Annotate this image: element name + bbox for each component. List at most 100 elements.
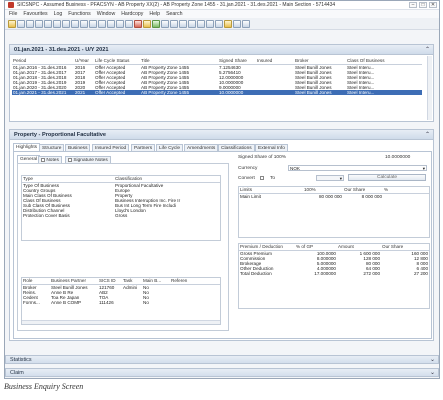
- currency-value: NOK: [290, 166, 300, 171]
- tools-icon[interactable]: [206, 19, 214, 28]
- figure-caption: Business Enquiry Screen: [4, 382, 84, 391]
- maximize-button[interactable]: □: [419, 2, 427, 8]
- statistics-label: Statistics: [10, 357, 32, 363]
- premium-table: Premium / Deduction% of GP Amount Our Shar…: [238, 243, 430, 309]
- print-icon[interactable]: [170, 19, 178, 28]
- menu-hardcopy[interactable]: Hardcopy: [121, 11, 143, 17]
- business-table-cell: 10.0000000: [218, 89, 256, 95]
- tab-structure[interactable]: Structure: [39, 144, 65, 151]
- role-table-cell: Anne B COMP: [51, 299, 82, 305]
- signed-share-value: 10.0000000: [385, 155, 411, 160]
- partner-role-table: Role Business Partner SICS ID Task Main B...…: [21, 277, 221, 325]
- event-icon[interactable]: [125, 19, 133, 28]
- role-table-cell: No: [143, 299, 149, 305]
- menu-bar: File Favourites Log Functions Window Har…: [5, 10, 439, 18]
- retro-icon[interactable]: [116, 19, 124, 28]
- payment-icon[interactable]: [89, 19, 97, 28]
- open-folder-icon[interactable]: [8, 19, 16, 28]
- expand-down-icon[interactable]: ⌄: [430, 369, 435, 377]
- convert-checkbox[interactable]: [260, 176, 264, 180]
- business-table-cell: 01.jan.2016 - 31.des.2016: [13, 64, 67, 70]
- tab-classifications[interactable]: Classifications: [218, 144, 255, 151]
- tab-business[interactable]: Business: [65, 144, 91, 151]
- chart-icon[interactable]: [179, 19, 187, 28]
- limits-table-row[interactable]: Main Limit 80 000 000 8 000 000: [239, 193, 429, 199]
- collapse-up-icon[interactable]: ⌃: [425, 130, 430, 140]
- account-icon[interactable]: [53, 19, 61, 28]
- minimize-button[interactable]: –: [409, 2, 417, 8]
- subtab-notes[interactable]: Notes: [38, 156, 62, 163]
- business-table-cell: [256, 89, 294, 95]
- classification-table: Type Classification Type Of Business Propo…: [21, 175, 221, 241]
- calculate-button[interactable]: Calculate: [348, 174, 426, 181]
- role-table-cell: [170, 300, 220, 305]
- limits-table-cell: 8 000 000: [361, 193, 382, 199]
- currency-select[interactable]: NOK ▾: [288, 165, 427, 171]
- tab-life-cycle[interactable]: Life Cycle: [156, 144, 184, 151]
- tab-highlights[interactable]: Highlights: [13, 143, 41, 151]
- claim-bar[interactable]: Claim ⌄: [5, 368, 439, 377]
- premium-table-row[interactable]: Total Deduction 17.000000 272 000 27 200: [239, 271, 429, 276]
- statistics-bar[interactable]: Statistics ⌄: [5, 355, 439, 364]
- premium-table-cell: 27 200: [413, 270, 428, 276]
- menu-search[interactable]: Search: [166, 11, 182, 17]
- convert-currency-select[interactable]: ▾: [316, 175, 344, 181]
- batch-icon[interactable]: [188, 19, 196, 28]
- role-table-cell: [122, 300, 142, 305]
- settings-icon[interactable]: [215, 19, 223, 28]
- worklist-icon[interactable]: [197, 19, 205, 28]
- ledger-icon[interactable]: [98, 19, 106, 28]
- vertical-scrollbar[interactable]: [427, 56, 432, 120]
- title-bar: SICSNPC - Assumed Business - PFACSYN - A…: [5, 1, 439, 10]
- tab-insured-period[interactable]: Insured Period: [92, 144, 130, 151]
- calculator-icon[interactable]: [152, 19, 160, 28]
- report-icon[interactable]: [107, 19, 115, 28]
- business-table-row[interactable]: 01.jan.2021 - 31.des.2021 2021 Offer Accep…: [12, 89, 422, 95]
- statement-icon[interactable]: [80, 19, 88, 28]
- subtab-general[interactable]: General: [17, 155, 41, 163]
- search-icon[interactable]: [242, 19, 250, 28]
- claim-label: Claim: [10, 370, 24, 376]
- business-table-cell: 01.jan.2020 - 31.des.2020: [13, 84, 67, 90]
- signature-notes-checkbox[interactable]: [68, 157, 72, 162]
- role-table-cell: 111426: [99, 299, 114, 305]
- role-table-row[interactable]: Forms... Anne B COMP 111426 No: [22, 300, 220, 305]
- menu-functions[interactable]: Functions: [68, 11, 91, 17]
- menu-favourites[interactable]: Favourites: [23, 11, 47, 17]
- business-list-panel: 01.jan.2021 - 31.des.2021 - U/Y 2021 ⌃ P…: [9, 44, 434, 122]
- limits-table-body: Main Limit 80 000 000 8 000 000: [239, 193, 429, 199]
- business-table-cell: 01.jan.2018 - 31.des.2018: [13, 74, 67, 80]
- horizontal-scrollbar[interactable]: [22, 320, 220, 324]
- subtab-signature-notes[interactable]: Signature Notes: [65, 156, 111, 163]
- classification-table-row[interactable]: Protection Cover Basis Gross: [22, 213, 220, 218]
- role-table-cell: Forms...: [23, 299, 40, 305]
- tab-amendments[interactable]: Amendments: [184, 144, 219, 151]
- link-icon[interactable]: [233, 19, 241, 28]
- chevron-down-icon[interactable]: ▾: [423, 166, 425, 170]
- toolbar: [5, 18, 439, 30]
- mail-icon[interactable]: [161, 19, 169, 28]
- folder-icon[interactable]: [143, 19, 151, 28]
- alert-icon[interactable]: [134, 19, 142, 28]
- business-icon[interactable]: [26, 19, 34, 28]
- claim-icon[interactable]: [44, 19, 52, 28]
- window-title: SICSNPC - Assumed Business - PFACSYN - A…: [17, 2, 336, 8]
- close-button[interactable]: ✕: [429, 2, 437, 8]
- expand-down-icon[interactable]: ⌄: [430, 356, 435, 364]
- chevron-down-icon[interactable]: ▾: [340, 176, 342, 180]
- menu-file[interactable]: File: [9, 11, 17, 17]
- notes-checkbox[interactable]: [41, 157, 45, 162]
- menu-log[interactable]: Log: [54, 11, 63, 17]
- limits-table-cell: [383, 193, 429, 199]
- menu-help[interactable]: Help: [149, 11, 160, 17]
- program-icon[interactable]: [62, 19, 70, 28]
- tab-external-info[interactable]: External Info: [255, 144, 288, 151]
- new-document-icon[interactable]: [17, 19, 25, 28]
- partner-icon[interactable]: [35, 19, 43, 28]
- collapse-up-icon[interactable]: ⌃: [425, 45, 430, 55]
- menu-window[interactable]: Window: [97, 11, 115, 17]
- note-icon[interactable]: [224, 19, 232, 28]
- tab-partners[interactable]: Partners: [131, 144, 156, 151]
- contract-icon[interactable]: [71, 19, 79, 28]
- to-label: To: [270, 176, 276, 181]
